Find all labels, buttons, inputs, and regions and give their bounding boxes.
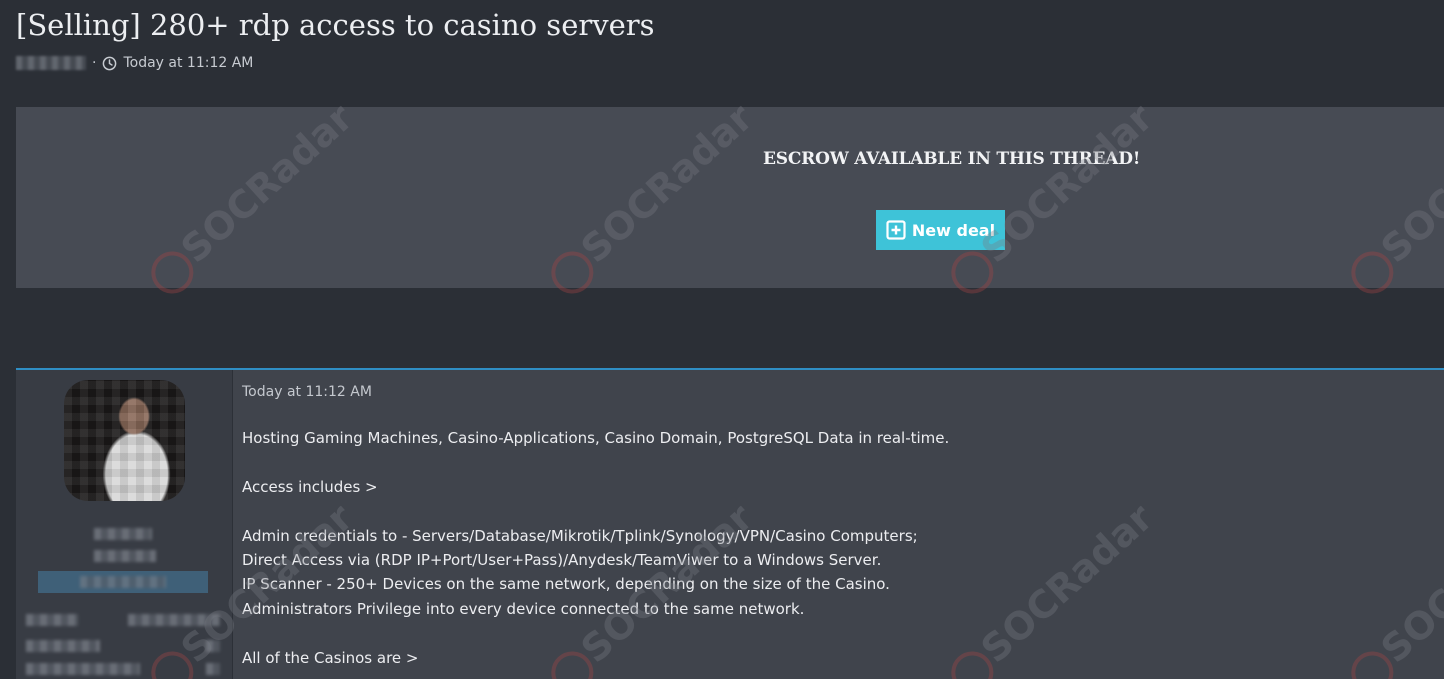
author-avatar[interactable] — [64, 380, 185, 501]
page: [Selling] 280+ rdp access to casino serv… — [0, 0, 1444, 679]
post-line: Hosting Gaming Machines, Casino-Applicat… — [242, 429, 950, 447]
meta-separator: · — [92, 55, 97, 71]
redacted-username[interactable] — [94, 528, 152, 540]
post-line: Access includes > — [242, 477, 378, 496]
post-author-sidebar — [16, 370, 233, 679]
redacted-user-banner — [38, 571, 208, 593]
post-line: Administrators Privilege into every devi… — [242, 599, 805, 618]
redacted-author-name[interactable] — [16, 56, 86, 70]
post-line: All of the Casinos are > — [242, 648, 419, 667]
plus-square-icon — [886, 220, 906, 240]
redacted-stat-label — [26, 640, 100, 652]
clock-icon — [102, 56, 117, 71]
new-deal-button[interactable]: New deal — [876, 210, 1005, 250]
redacted-stat-value — [206, 640, 220, 652]
redacted-stat-value — [128, 614, 220, 626]
post-line: Direct Access via (RDP IP+Port/User+Pass… — [242, 551, 882, 569]
post-line: IP Scanner - 250+ Devices on the same ne… — [242, 575, 890, 594]
thread-posted-time[interactable]: Today at 11:12 AM — [123, 55, 253, 71]
redacted-stat-label — [26, 614, 78, 626]
thread-title: [Selling] 280+ rdp access to casino serv… — [16, 8, 655, 42]
redacted-banner-text — [80, 576, 166, 588]
redacted-stat-label — [26, 663, 140, 675]
redacted-user-title — [94, 550, 156, 562]
new-deal-label: New deal — [911, 220, 996, 240]
thread-meta: · Today at 11:12 AM — [16, 55, 253, 71]
post-body: Hosting Gaming Machines, Casino-Applicat… — [242, 426, 1432, 670]
escrow-notice: ESCROW AVAILABLE IN THIS THREAD! — [763, 149, 1141, 169]
post-time[interactable]: Today at 11:12 AM — [242, 384, 372, 400]
post: Today at 11:12 AM Hosting Gaming Machine… — [16, 368, 1444, 679]
post-line: Admin credentials to - Servers/Database/… — [242, 526, 918, 545]
redacted-stat-value — [206, 663, 220, 675]
escrow-banner: ESCROW AVAILABLE IN THIS THREAD! New dea… — [16, 107, 1444, 288]
